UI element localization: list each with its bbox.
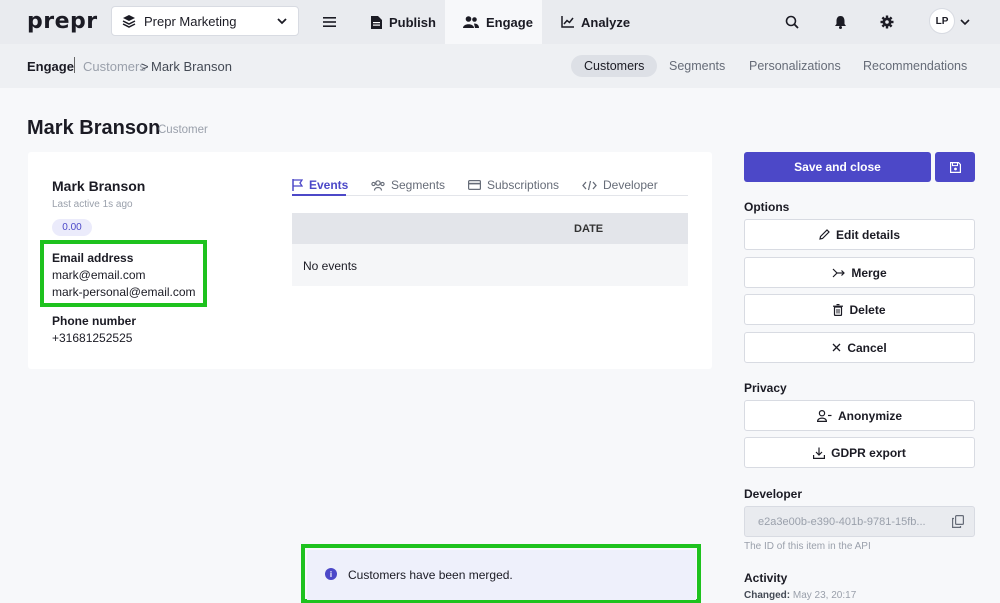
top-bar: prepr Prepr Marketing Publish Engage Ana… xyxy=(0,0,1000,44)
email-secondary: mark-personal@email.com xyxy=(52,285,196,299)
users-icon xyxy=(463,16,479,28)
download-icon xyxy=(813,447,826,459)
email-primary: mark@email.com xyxy=(52,268,146,282)
activity-label: Activity xyxy=(744,571,788,585)
subtab-segments[interactable]: Segments xyxy=(656,55,738,77)
search-icon[interactable] xyxy=(782,12,802,32)
customer-card: Mark Branson Last active 1s ago 0.00 Ema… xyxy=(28,152,712,369)
tab-developer[interactable]: Developer xyxy=(582,178,658,192)
breadcrumb-customers[interactable]: Customers xyxy=(83,59,146,74)
nav-engage[interactable]: Engage xyxy=(445,0,542,44)
subtab-customers[interactable]: Customers xyxy=(571,55,658,77)
events-table-body: No events xyxy=(292,244,688,286)
phone-value: +31681252525 xyxy=(52,331,133,345)
score-badge: 0.00 xyxy=(52,219,92,236)
info-icon: i xyxy=(325,568,337,580)
sub-navigation: Engage Customers > Mark Branson Customer… xyxy=(0,44,1000,88)
workspace-name: Prepr Marketing xyxy=(144,13,237,29)
item-id-help: The ID of this item in the API xyxy=(744,541,871,552)
item-id-value: e2a3e00b-e390-401b-9781-15fb... xyxy=(758,515,926,528)
detail-tabs: Events Segments Subscriptions Developer xyxy=(292,176,688,196)
customer-name: Mark Branson xyxy=(52,178,146,194)
menu-icon[interactable] xyxy=(319,12,339,32)
workspace-select[interactable]: Prepr Marketing xyxy=(111,6,299,36)
chart-line-icon xyxy=(561,16,574,28)
group-icon xyxy=(371,179,385,191)
edit-details-button[interactable]: Edit details xyxy=(744,219,975,250)
privacy-label: Privacy xyxy=(744,381,787,395)
merge-button[interactable]: Merge xyxy=(744,257,975,288)
page-title: Mark Branson xyxy=(27,117,161,139)
breadcrumb-current: Mark Branson xyxy=(151,59,232,74)
last-active: Last active 1s ago xyxy=(52,199,133,210)
chevron-down-icon[interactable] xyxy=(955,12,975,32)
page-subtitle: Customer xyxy=(158,124,208,136)
breadcrumb-root[interactable]: Engage xyxy=(27,59,74,74)
changed-label: Changed: xyxy=(744,590,791,601)
save-and-close-button[interactable]: Save and close xyxy=(744,152,931,182)
nav-publish[interactable]: Publish xyxy=(371,0,436,44)
gear-icon[interactable] xyxy=(877,12,897,32)
user-minus-icon xyxy=(816,409,832,422)
bell-icon[interactable] xyxy=(830,12,850,32)
empty-state: No events xyxy=(303,259,358,273)
document-icon xyxy=(371,15,382,29)
options-label: Options xyxy=(744,200,790,214)
trash-icon xyxy=(833,303,844,316)
column-date[interactable]: DATE xyxy=(574,223,603,235)
prepr-logo[interactable]: prepr xyxy=(27,9,98,34)
flag-icon xyxy=(292,179,303,191)
save-button[interactable] xyxy=(935,152,975,182)
email-label: Email address xyxy=(52,251,134,265)
pencil-icon xyxy=(819,229,830,240)
changed-date: May 23, 20:17 xyxy=(792,590,857,601)
gdpr-export-button[interactable]: GDPR export xyxy=(744,437,975,468)
chevron-down-icon xyxy=(276,15,288,27)
item-id-field[interactable]: e2a3e00b-e390-401b-9781-15fb... xyxy=(744,506,975,537)
floppy-disk-icon xyxy=(949,161,961,173)
cancel-button[interactable]: Cancel xyxy=(744,332,975,363)
close-icon xyxy=(832,343,841,352)
code-icon xyxy=(582,180,597,190)
nav-analyze[interactable]: Analyze xyxy=(561,0,630,44)
breadcrumb-divider xyxy=(74,57,75,73)
credit-card-icon xyxy=(468,180,481,190)
tab-events[interactable]: Events xyxy=(292,178,348,192)
delete-button[interactable]: Delete xyxy=(744,294,975,325)
developer-label: Developer xyxy=(744,487,803,501)
tab-subscriptions[interactable]: Subscriptions xyxy=(468,178,559,192)
phone-label: Phone number xyxy=(52,314,137,328)
copy-icon[interactable] xyxy=(952,515,964,528)
toast-message: Customers have been merged. xyxy=(348,568,513,582)
avatar[interactable]: LP xyxy=(929,8,955,34)
merge-icon xyxy=(832,268,846,277)
activity-changed: Changed: May 23, 20:17 xyxy=(744,590,856,601)
tab-active-indicator xyxy=(292,194,346,196)
subtab-recommendations[interactable]: Recommendations xyxy=(850,55,980,77)
layers-icon xyxy=(122,14,136,28)
tab-segments[interactable]: Segments xyxy=(371,178,445,192)
breadcrumb-separator: > xyxy=(141,59,149,74)
toast-notification: i Customers have been merged. xyxy=(307,550,696,600)
events-table-header: DATE xyxy=(292,213,688,244)
anonymize-button[interactable]: Anonymize xyxy=(744,400,975,431)
subtab-personalizations[interactable]: Personalizations xyxy=(736,55,854,77)
